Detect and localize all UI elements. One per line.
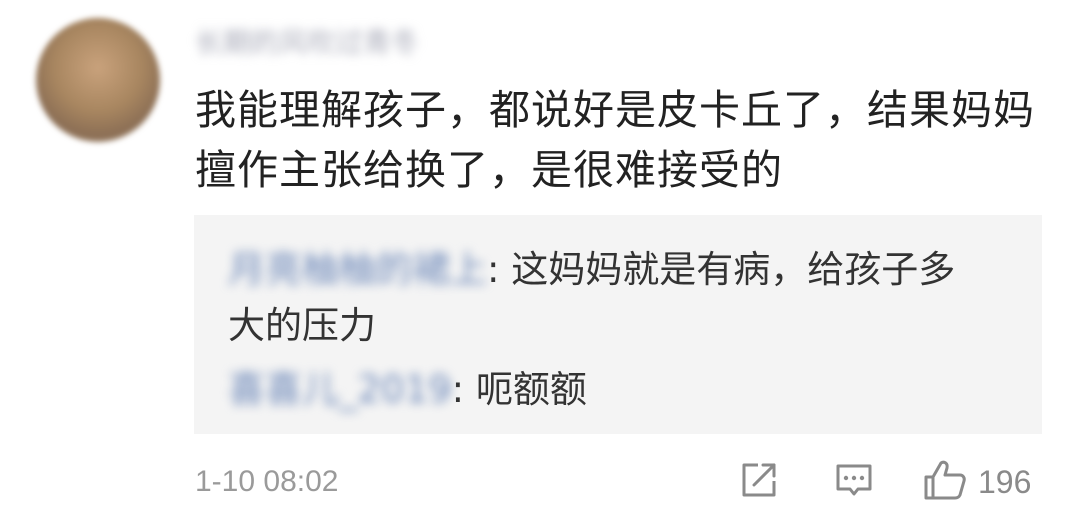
reply-item[interactable]: 月亮柚柚的裙上: 这妈妈就是有病，给孩子多 大的压力	[228, 242, 1018, 354]
comment-icon	[833, 459, 875, 505]
avatar[interactable]	[36, 18, 160, 142]
reply-item[interactable]: 喜喜儿_2019: 呃额额	[228, 362, 1018, 418]
reply-button[interactable]	[833, 460, 875, 504]
reply-text: 呃额额	[464, 368, 587, 411]
comment-username[interactable]: 长期的风吹过青冬	[195, 26, 419, 60]
reply-username[interactable]: 喜喜儿_2019	[228, 362, 452, 418]
reply-separator: :	[487, 248, 500, 291]
reply-box[interactable]: 月亮柚柚的裙上: 这妈妈就是有病，给孩子多 大的压力 喜喜儿_2019: 呃额额	[194, 215, 1042, 434]
comment-text-line: 我能理解孩子，都说好是皮卡丘了，结果妈妈	[195, 86, 1035, 134]
reply-username[interactable]: 月亮柚柚的裙上	[228, 242, 487, 298]
share-icon	[738, 459, 780, 505]
share-button[interactable]	[738, 460, 780, 504]
thumbs-up-icon	[922, 458, 968, 506]
comment-text-line: 擅作主张给换了，是很难接受的	[195, 146, 783, 194]
like-button[interactable]: 196	[922, 460, 1031, 504]
like-count: 196	[978, 463, 1032, 500]
reply-text: 这妈妈就是有病，给孩子多	[499, 248, 956, 291]
reply-text: 大的压力	[228, 304, 376, 347]
comment-timestamp: 1-10 08:02	[195, 465, 339, 498]
comment-text: 我能理解孩子，都说好是皮卡丘了，结果妈妈 擅作主张给换了，是很难接受的	[195, 80, 1055, 200]
comment-card: 长期的风吹过青冬 我能理解孩子，都说好是皮卡丘了，结果妈妈 擅作主张给换了，是很…	[0, 0, 1080, 515]
reply-separator: :	[451, 368, 465, 411]
